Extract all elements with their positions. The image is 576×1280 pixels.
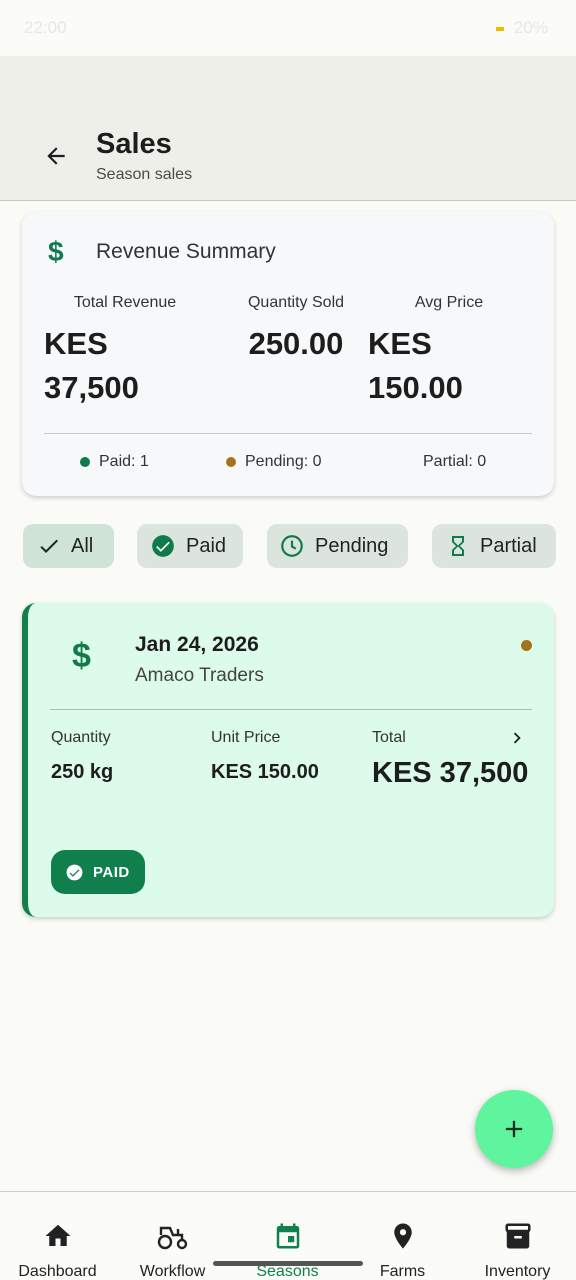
avg-price-stat: Avg Price KES 150.00 <box>368 294 530 410</box>
filter-chip-pending-label: Pending <box>315 534 389 557</box>
nav-label-inventory: Inventory <box>484 1263 551 1280</box>
status-battery: 20% <box>495 18 548 38</box>
pending-dot-icon <box>226 457 236 467</box>
dollar-icon: $ <box>72 637 91 675</box>
revenue-summary-card: $ Revenue Summary Total Revenue KES 37,50… <box>22 212 554 496</box>
unit-price-value: KES 150.00 <box>211 761 319 783</box>
total-revenue-amount: 37,500 <box>44 370 139 405</box>
back-arrow-icon <box>47 147 65 165</box>
avg-price-amount: 150.00 <box>368 370 463 405</box>
nav-item-workflow[interactable]: Workflow <box>115 1192 230 1280</box>
battery-level: 20% <box>513 18 548 37</box>
plus-icon <box>505 1120 523 1138</box>
nav-label-dashboard: Dashboard <box>18 1263 97 1280</box>
avg-price-label: Avg Price <box>414 294 484 311</box>
status-badge: PAID <box>51 850 145 894</box>
bottom-navigation: Dashboard Workflow Seasons Farms Invento… <box>0 1191 576 1280</box>
filter-chip-paid[interactable]: Paid <box>137 524 243 568</box>
nav-item-inventory[interactable]: Inventory <box>460 1192 575 1280</box>
gesture-bar <box>213 1261 363 1266</box>
nav-label-workflow: Workflow <box>139 1263 206 1280</box>
pending-count: Pending: 0 <box>226 453 322 471</box>
location-pin-icon <box>393 1223 412 1249</box>
total-revenue-value: KES 37,500 <box>44 322 206 410</box>
check-icon <box>40 539 58 553</box>
add-sale-button[interactable] <box>475 1090 553 1168</box>
unit-price-label: Unit Price <box>211 729 281 746</box>
filter-chip-pending[interactable]: Pending <box>267 524 408 568</box>
quantity-label: Quantity <box>51 729 111 746</box>
nav-item-dashboard[interactable]: Dashboard <box>0 1192 115 1280</box>
check-circle-icon <box>66 864 83 880</box>
battery-icon <box>495 26 504 31</box>
nav-item-farms[interactable]: Farms <box>345 1192 460 1280</box>
nav-item-seasons[interactable]: Seasons <box>230 1192 345 1280</box>
check-circle-icon <box>152 535 174 557</box>
tractor-icon <box>157 1226 187 1250</box>
divider <box>44 433 532 434</box>
status-bar: 22:00 20% <box>0 0 576 56</box>
status-badge-label: PAID <box>93 863 130 881</box>
revenue-summary-title: Revenue Summary <box>96 240 276 263</box>
total-revenue-currency: KES <box>44 326 108 361</box>
page-title: Sales <box>96 128 172 160</box>
nav-label-farms: Farms <box>379 1263 426 1280</box>
quantity-sold-stat: Quantity Sold 250.00 <box>228 294 364 366</box>
page-subtitle: Season sales <box>96 166 193 183</box>
home-icon <box>45 1224 70 1246</box>
quantity-value: 250 kg <box>51 761 114 783</box>
filter-chip-partial[interactable]: Partial <box>432 524 556 568</box>
filter-chip-all-label: All <box>71 534 94 557</box>
sale-date: Jan 24, 2026 <box>135 633 259 656</box>
divider <box>50 709 532 710</box>
avg-price-value: KES 150.00 <box>368 322 530 410</box>
archive-icon <box>505 1223 530 1249</box>
sale-card[interactable]: $ Jan 24, 2026 Amaco Traders Quantity 25… <box>22 603 554 917</box>
status-dot-icon <box>521 640 532 651</box>
quantity-sold-label: Quantity Sold <box>247 294 345 311</box>
partial-count-label: Partial: 0 <box>423 453 487 470</box>
total-revenue-label: Total Revenue <box>73 294 177 311</box>
total-revenue-stat: Total Revenue KES 37,500 <box>44 294 206 410</box>
paid-dot-icon <box>80 457 90 467</box>
total-label: Total <box>372 729 406 746</box>
sale-buyer: Amaco Traders <box>135 665 264 686</box>
hourglass-icon <box>452 536 464 556</box>
paid-count-label: Paid: 1 <box>99 453 149 470</box>
calendar-icon <box>276 1223 299 1249</box>
filter-chip-partial-label: Partial <box>480 534 537 557</box>
filter-chip-paid-label: Paid <box>186 534 227 557</box>
paid-count: Paid: 1 <box>80 453 149 471</box>
back-button[interactable] <box>36 136 76 176</box>
pending-count-label: Pending: 0 <box>245 453 322 470</box>
quantity-sold-value: 250.00 <box>248 326 344 361</box>
avg-price-currency: KES <box>368 326 432 361</box>
total-value: KES 37,500 <box>372 757 529 789</box>
status-time: 22:00 <box>24 18 67 37</box>
filter-chip-all[interactable]: All <box>23 524 114 568</box>
chevron-right-icon[interactable] <box>506 727 528 754</box>
partial-count: Partial: 0 <box>423 453 486 471</box>
app-bar: Sales Season sales <box>0 56 576 201</box>
clock-icon <box>281 535 303 557</box>
dollar-icon: $ <box>48 236 64 267</box>
